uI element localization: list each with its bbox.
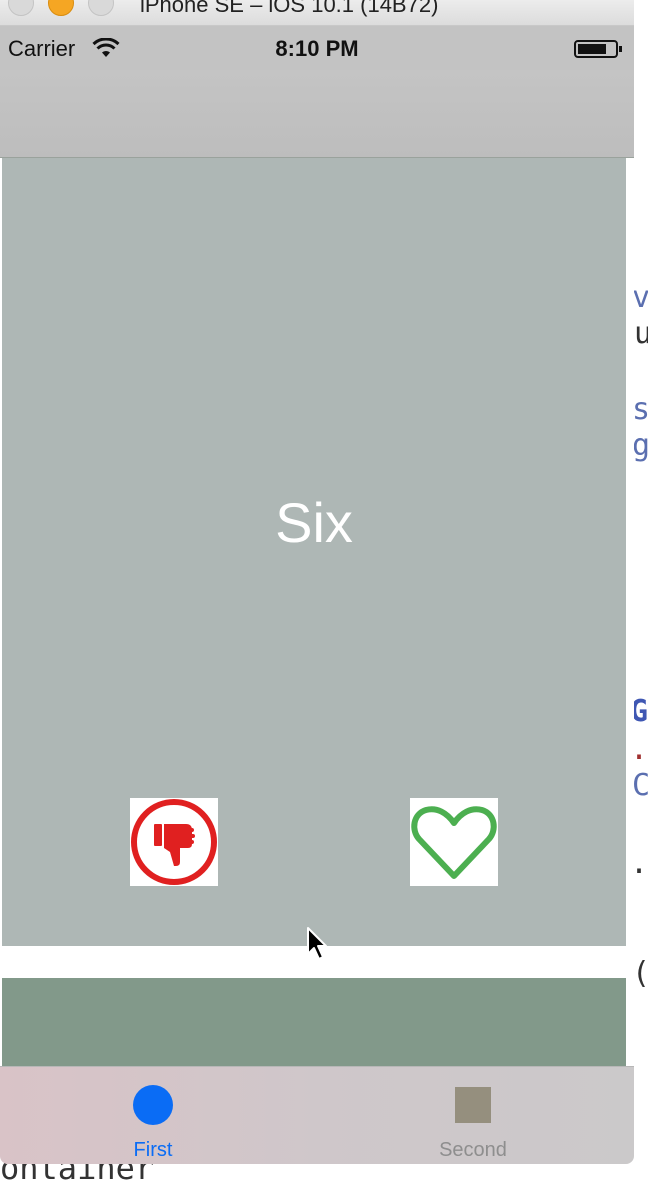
- card-title: Six: [275, 491, 353, 554]
- editor-fragment: C: [632, 768, 648, 803]
- window-title: iPhone SE – iOS 10.1 (14B72): [140, 0, 439, 17]
- close-window-button[interactable]: [8, 0, 34, 16]
- minimize-window-button[interactable]: [48, 0, 74, 16]
- thumbs-down-icon: [131, 799, 217, 885]
- dislike-button[interactable]: [130, 798, 218, 886]
- tab-first-label: First: [133, 1139, 173, 1161]
- zoom-window-button[interactable]: [88, 0, 114, 16]
- battery-icon: [574, 40, 622, 58]
- status-bar: Carrier 8:10 PM: [0, 26, 634, 70]
- editor-fragment: v: [632, 280, 648, 315]
- like-button[interactable]: [410, 798, 498, 886]
- next-card: [2, 978, 626, 1068]
- simulator-window: iPhone SE – iOS 10.1 (14B72) Carrier 8:1…: [0, 0, 634, 1164]
- tab-bar: First Second: [0, 1066, 634, 1164]
- editor-fragment: g: [632, 428, 648, 463]
- editor-fragment: u: [634, 316, 648, 351]
- mouse-pointer-icon: [307, 927, 327, 960]
- tab-second-label: Second: [439, 1139, 507, 1161]
- editor-fragment: (: [632, 956, 648, 992]
- square-icon: [455, 1087, 491, 1123]
- navigation-bar: [0, 70, 634, 158]
- window-titlebar[interactable]: iPhone SE – iOS 10.1 (14B72): [0, 0, 634, 26]
- heart-icon: [411, 806, 497, 879]
- circle-icon: [133, 1085, 173, 1125]
- editor-fragment: s: [632, 392, 648, 427]
- tab-second[interactable]: Second: [373, 1067, 573, 1164]
- status-time: 8:10 PM: [275, 36, 359, 61]
- swipe-card[interactable]: Six: [2, 158, 626, 946]
- tab-first[interactable]: First: [53, 1067, 253, 1164]
